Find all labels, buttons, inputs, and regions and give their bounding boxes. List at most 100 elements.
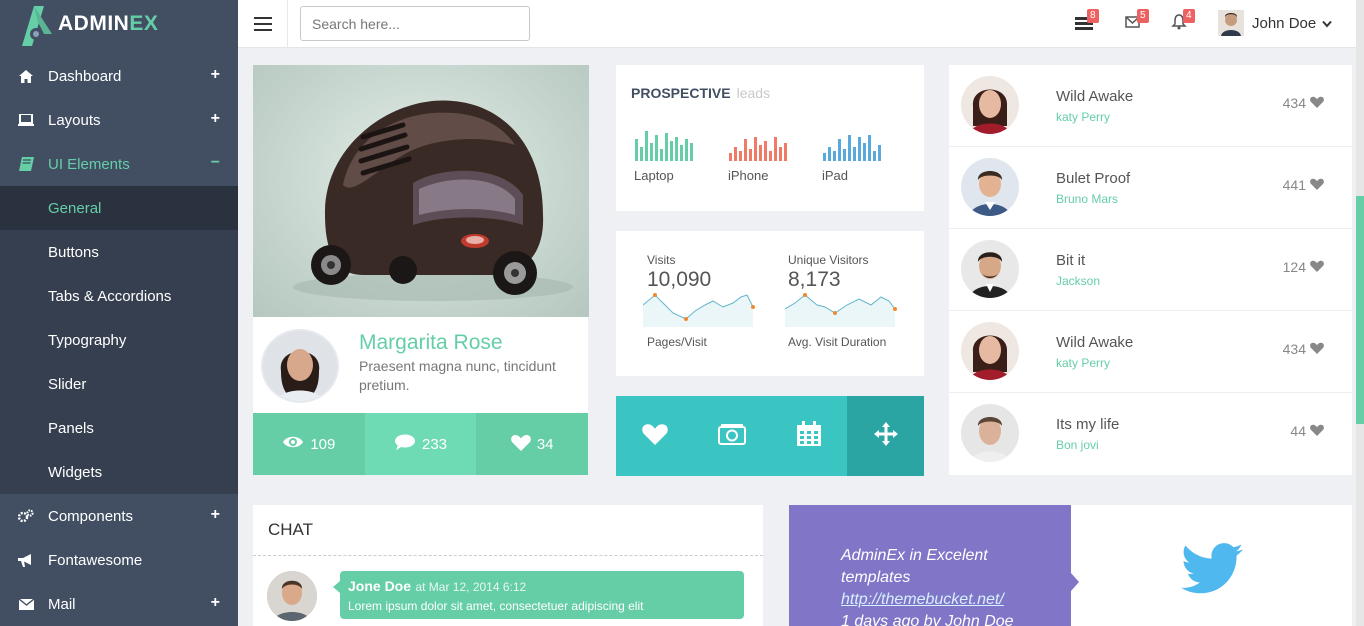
unique-visitors-sparkline bbox=[785, 293, 897, 327]
collapse-icon[interactable]: − bbox=[211, 154, 220, 172]
chat-text: Lorem ipsum dolor sit amet, consectetuer… bbox=[348, 599, 644, 613]
profile-avatar bbox=[261, 329, 339, 403]
menu-toggle-icon[interactable] bbox=[238, 0, 288, 48]
artist-avatar bbox=[961, 404, 1019, 462]
submenu-item-slider[interactable]: Slider bbox=[0, 362, 238, 406]
comments-stat[interactable]: 233 bbox=[364, 413, 477, 475]
comment-icon bbox=[394, 434, 416, 455]
submenu-item-typography[interactable]: Typography bbox=[0, 318, 238, 362]
favorite-button[interactable] bbox=[616, 396, 693, 476]
song-likes[interactable]: 124 bbox=[1283, 259, 1324, 275]
comments-count: 233 bbox=[421, 435, 448, 453]
twitter-bird-icon[interactable] bbox=[1181, 543, 1243, 600]
sidebar-item-mail[interactable]: Mail + bbox=[0, 582, 238, 626]
envelope-icon bbox=[18, 596, 34, 612]
search-input[interactable] bbox=[300, 6, 530, 41]
expand-icon[interactable]: + bbox=[211, 506, 220, 524]
unique-visitors-caption: Avg. Visit Duration bbox=[788, 335, 887, 349]
iphone-sparkbars bbox=[729, 131, 787, 161]
list-item[interactable]: Bit it Jackson 124 bbox=[949, 229, 1352, 311]
submenu-item-tabs-accordions[interactable]: Tabs & Accordions bbox=[0, 274, 238, 318]
scrollbar-thumb[interactable] bbox=[1356, 196, 1364, 424]
messages-icon[interactable]: 5 bbox=[1125, 9, 1149, 34]
song-artist[interactable]: katy Perry bbox=[1056, 110, 1110, 124]
visits-sparkline bbox=[643, 293, 755, 327]
song-title: Bulet Proof bbox=[1056, 170, 1131, 187]
tweet-footer: 1 days ago by John Doe bbox=[841, 613, 1014, 626]
logo[interactable]: ADMINEX bbox=[0, 0, 238, 48]
song-title: Its my life bbox=[1056, 416, 1120, 433]
tweet-link[interactable]: http://themebucket.net/ bbox=[841, 589, 1021, 611]
chat-sender[interactable]: Jone Doe bbox=[348, 578, 411, 594]
heart-icon bbox=[1310, 341, 1324, 357]
song-title: Bit it bbox=[1056, 252, 1086, 269]
sidebar-item-components[interactable]: Components + bbox=[0, 494, 238, 538]
sidebar-item-layouts[interactable]: Layouts + bbox=[0, 98, 238, 142]
song-title: Wild Awake bbox=[1056, 334, 1134, 351]
calendar-button[interactable] bbox=[770, 396, 847, 476]
submenu-item-buttons[interactable]: Buttons bbox=[0, 230, 238, 274]
song-artist[interactable]: Jackson bbox=[1056, 274, 1100, 288]
logo-icon bbox=[18, 4, 52, 46]
submenu-item-general[interactable]: General bbox=[0, 186, 238, 230]
heart-icon bbox=[1310, 177, 1324, 193]
song-likes[interactable]: 434 bbox=[1283, 95, 1324, 111]
song-artist[interactable]: Bruno Mars bbox=[1056, 192, 1118, 206]
heart-icon bbox=[1310, 259, 1324, 275]
expand-icon[interactable]: + bbox=[211, 66, 220, 84]
views-stat[interactable]: 109 bbox=[253, 413, 365, 475]
tweet-pointer bbox=[1071, 573, 1079, 591]
profile-name: Margarita Rose bbox=[359, 331, 503, 354]
unique-visitors-value: 8,173 bbox=[788, 268, 841, 291]
camera-icon bbox=[717, 423, 746, 450]
user-menu[interactable]: John Doe bbox=[1218, 10, 1332, 36]
tweet-text: AdminEx in Excelent templates bbox=[841, 547, 988, 586]
scrollbar[interactable] bbox=[1356, 0, 1364, 626]
move-button[interactable] bbox=[847, 396, 924, 476]
messages-badge: 5 bbox=[1137, 9, 1149, 23]
submenu-item-panels[interactable]: Panels bbox=[0, 406, 238, 450]
list-item[interactable]: Bulet Proof Bruno Mars 441 bbox=[949, 147, 1352, 229]
quick-action-strip bbox=[616, 396, 924, 476]
submenu-item-widgets[interactable]: Widgets bbox=[0, 450, 238, 494]
sidebar: ADMINEX Dashboard + Layouts + UI Element… bbox=[0, 0, 238, 626]
arrows-move-icon bbox=[873, 421, 899, 452]
tweet-panel: AdminEx in Excelent templates http://the… bbox=[789, 505, 1071, 626]
profile-stats: 109 233 34 bbox=[253, 413, 589, 475]
visits-value: 10,090 bbox=[647, 268, 712, 291]
sidebar-item-ui-elements[interactable]: UI Elements − bbox=[0, 142, 238, 186]
sidebar-item-fontawesome[interactable]: Fontawesome bbox=[0, 538, 238, 582]
views-count: 109 bbox=[310, 435, 336, 453]
expand-icon[interactable]: + bbox=[211, 110, 220, 128]
visits-caption: Pages/Visit bbox=[647, 335, 707, 349]
profile-description: Praesent magna nunc, tincidunt pretium. bbox=[359, 358, 556, 393]
song-artist[interactable]: Bon jovi bbox=[1056, 438, 1099, 452]
profile-card: Margarita Rose Praesent magna nunc, tinc… bbox=[253, 65, 589, 475]
song-artist[interactable]: katy Perry bbox=[1056, 356, 1110, 370]
heart-icon bbox=[1310, 95, 1324, 111]
expand-icon[interactable]: + bbox=[211, 594, 220, 612]
likes-stat[interactable]: 34 bbox=[476, 413, 589, 475]
song-likes[interactable]: 441 bbox=[1283, 177, 1324, 193]
artist-avatar bbox=[961, 158, 1019, 216]
heart-icon bbox=[510, 434, 531, 455]
unique-visitors-label: Unique Visitors bbox=[788, 253, 869, 267]
tasks-badge: 8 bbox=[1087, 9, 1099, 23]
prospective-leads-panel: PROSPECTIVE leads Laptop iPhone iPad bbox=[616, 65, 924, 211]
laptop-sparkbars bbox=[635, 131, 693, 161]
user-name: John Doe bbox=[1252, 14, 1317, 32]
song-likes[interactable]: 44 bbox=[1290, 423, 1324, 439]
bell-icon[interactable]: 4 bbox=[1171, 9, 1195, 34]
list-item[interactable]: Wild Awake katy Perry 434 bbox=[949, 65, 1352, 147]
sidebar-item-dashboard[interactable]: Dashboard + bbox=[0, 54, 238, 98]
list-item[interactable]: Wild Awake katy Perry 434 bbox=[949, 311, 1352, 393]
top-bar: 8 5 4 John Doe bbox=[238, 0, 1356, 48]
tasks-icon[interactable]: 8 bbox=[1075, 9, 1099, 34]
chat-time: at Mar 12, 2014 6:12 bbox=[415, 580, 527, 594]
song-likes[interactable]: 434 bbox=[1283, 341, 1324, 357]
calendar-icon bbox=[796, 420, 822, 452]
panel-title: PROSPECTIVE leads bbox=[631, 85, 771, 101]
home-icon bbox=[18, 68, 34, 84]
list-item[interactable]: Its my life Bon jovi 44 bbox=[949, 393, 1352, 475]
camera-button[interactable] bbox=[693, 396, 770, 476]
